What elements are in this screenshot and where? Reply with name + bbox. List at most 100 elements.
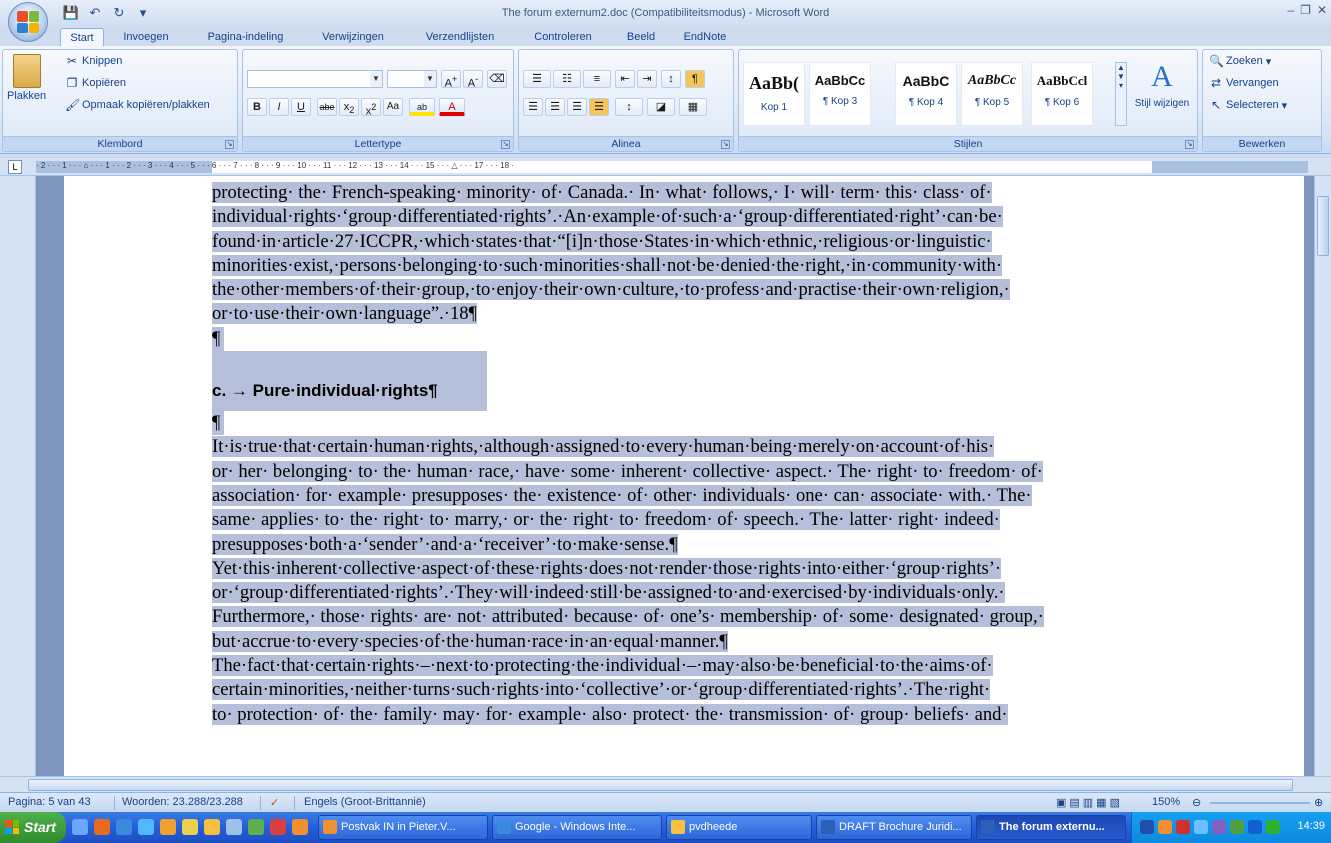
bluetooth-icon[interactable] (1248, 820, 1262, 834)
vertical-scrollbar[interactable] (1314, 176, 1331, 776)
document-page[interactable]: protecting· the· French-speaking· minori… (64, 176, 1304, 776)
zoom-in-icon[interactable]: ⊕ (1314, 796, 1323, 809)
font-color-icon[interactable]: A (439, 98, 465, 116)
decrease-indent-icon[interactable]: ⇤ (615, 70, 635, 88)
style-kop3[interactable]: AaBbCc ¶ Kop 3 (809, 62, 871, 126)
change-case-button[interactable]: Aa (383, 98, 403, 116)
task-ie[interactable]: Google - Windows Inte... (492, 815, 662, 840)
style-kop6[interactable]: AaBbCcl ¶ Kop 6 (1031, 62, 1093, 126)
clear-format-icon[interactable]: ⌫ (487, 70, 507, 88)
quicklaunch-icon[interactable] (270, 819, 286, 835)
highlight-icon[interactable]: ab (409, 98, 435, 116)
outlook-icon[interactable] (292, 819, 308, 835)
task-draft[interactable]: DRAFT Brochure Juridi... (816, 815, 972, 840)
copy-button[interactable]: ❐ Kopiëren (65, 76, 126, 90)
tray-icon[interactable] (1230, 820, 1244, 834)
start-button[interactable]: Start (0, 812, 66, 843)
align-left-icon[interactable]: ☰ (523, 98, 543, 116)
status-words[interactable]: Woorden: 23.288/23.288 (122, 796, 243, 808)
paste-button[interactable]: Plakken (7, 54, 46, 102)
multilevel-list-icon[interactable]: ≡ (583, 70, 611, 88)
tray-icon[interactable] (1266, 820, 1280, 834)
minimize-button[interactable]: – (1287, 3, 1294, 17)
show-formatting-icon[interactable]: ¶ (685, 70, 705, 88)
tab-endnote[interactable]: EndNote (672, 28, 738, 46)
tab-controleren[interactable]: Controleren (520, 28, 606, 46)
tab-start[interactable]: Start (60, 28, 104, 46)
tab-selector[interactable]: L (8, 160, 22, 174)
firefox-icon[interactable] (94, 819, 110, 835)
tray-icon[interactable] (1176, 820, 1190, 834)
folder-icon[interactable] (204, 819, 220, 835)
increase-indent-icon[interactable]: ⇥ (637, 70, 657, 88)
view-buttons[interactable]: ▣▤▥▦▧ (1056, 796, 1123, 809)
tab-verwijzingen[interactable]: Verwijzingen (308, 28, 398, 46)
quicklaunch-icon[interactable] (72, 819, 88, 835)
align-right-icon[interactable]: ☰ (567, 98, 587, 116)
borders-icon[interactable]: ▦ (679, 98, 707, 116)
tab-beeld[interactable]: Beeld (618, 28, 664, 46)
tab-verzendlijsten[interactable]: Verzendlijsten (410, 28, 510, 46)
replace-button[interactable]: ⇄ Vervangen (1209, 76, 1279, 90)
clipboard-dialog-launcher[interactable]: ↘ (225, 140, 234, 149)
shrink-font-button[interactable]: A- (463, 70, 483, 90)
numbering-icon[interactable]: ☷ (553, 70, 581, 88)
font-name-combo[interactable]: ▼ (247, 70, 383, 88)
vertical-scroll-thumb[interactable] (1317, 196, 1329, 256)
superscript-button[interactable]: x2 (361, 98, 381, 118)
volume-icon[interactable] (1194, 820, 1208, 834)
cut-button[interactable]: ✂ Knippen (65, 54, 122, 68)
clock[interactable]: 14:39 (1297, 820, 1325, 832)
quicklaunch-icon[interactable] (138, 819, 154, 835)
quicklaunch-icon[interactable] (226, 819, 242, 835)
sort-icon[interactable]: ↕ (661, 70, 681, 88)
document-text[interactable]: protecting· the· French-speaking· minori… (212, 181, 1164, 727)
select-button[interactable]: ↖ Selecteren ▾ (1209, 98, 1287, 112)
font-size-combo[interactable]: ▼ (387, 70, 437, 88)
tray-icon[interactable] (1212, 820, 1226, 834)
quicklaunch-icon[interactable] (160, 819, 176, 835)
italic-button[interactable]: I (269, 98, 289, 116)
task-word-active[interactable]: The forum externu... (976, 815, 1126, 840)
zoom-level[interactable]: 150% (1152, 796, 1180, 808)
zoom-out-icon[interactable]: ⊖ (1192, 796, 1201, 809)
horizontal-scroll-thumb[interactable] (28, 779, 1293, 791)
subscript-button[interactable]: x2 (339, 98, 359, 116)
office-button[interactable] (8, 2, 48, 42)
bold-button[interactable]: B (247, 98, 267, 116)
strikethrough-button[interactable]: abe (317, 98, 337, 116)
grow-font-button[interactable]: A+ (441, 70, 461, 90)
proofing-icon[interactable]: ✓ (270, 796, 279, 809)
horizontal-scrollbar[interactable] (0, 776, 1331, 792)
status-language[interactable]: Engels (Groot-Brittannië) (304, 796, 426, 808)
quicklaunch-icon[interactable] (182, 819, 198, 835)
excel-icon[interactable] (248, 819, 264, 835)
close-button[interactable]: ✕ (1317, 3, 1327, 17)
tab-pagina-indeling[interactable]: Pagina-indeling (198, 28, 293, 46)
underline-button[interactable]: U (291, 98, 311, 116)
status-page[interactable]: Pagina: 5 van 43 (8, 796, 91, 808)
align-center-icon[interactable]: ☰ (545, 98, 565, 116)
style-kop1[interactable]: AaBb( Kop 1 (743, 62, 805, 126)
bullets-icon[interactable]: ☰ (523, 70, 551, 88)
shading-icon[interactable]: ◪ (647, 98, 675, 116)
find-button[interactable]: 🔍 Zoeken ▾ (1209, 54, 1271, 68)
style-kop5[interactable]: AaBbCc ¶ Kop 5 (961, 62, 1023, 126)
maximize-button[interactable]: ❐ (1300, 3, 1311, 17)
format-painter-button[interactable]: 🖌 Opmaak kopiëren/plakken (65, 98, 210, 112)
tray-icon[interactable] (1158, 820, 1172, 834)
justify-icon[interactable]: ☰ (589, 98, 609, 116)
task-folder[interactable]: pvdheede (666, 815, 812, 840)
styles-scroll[interactable]: ▲ ▼ ▾ (1115, 62, 1127, 126)
task-outlook[interactable]: Postvak IN in Pieter.V... (318, 815, 488, 840)
font-dialog-launcher[interactable]: ↘ (501, 140, 510, 149)
ie-icon[interactable] (116, 819, 132, 835)
tray-icon[interactable] (1140, 820, 1154, 834)
line-spacing-icon[interactable]: ↕ (615, 98, 643, 116)
change-styles-button[interactable]: A Stijl wijzigen (1133, 60, 1191, 109)
tab-invoegen[interactable]: Invoegen (112, 28, 180, 46)
zoom-slider[interactable] (1210, 802, 1310, 804)
styles-dialog-launcher[interactable]: ↘ (1185, 140, 1194, 149)
paragraph-dialog-launcher[interactable]: ↘ (721, 140, 730, 149)
style-kop4[interactable]: AaBbC ¶ Kop 4 (895, 62, 957, 126)
